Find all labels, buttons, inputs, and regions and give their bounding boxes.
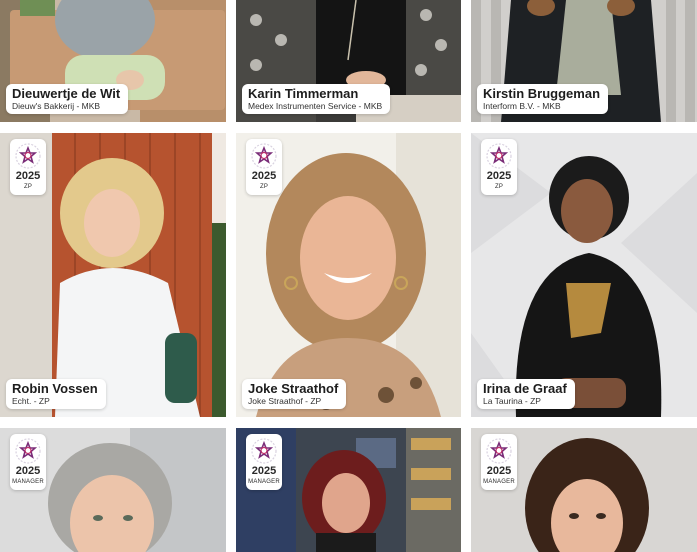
award-ring-icon [251, 143, 277, 169]
profile-name: Irina de Graaf [483, 381, 567, 396]
badge-category: MANAGER [483, 479, 515, 485]
award-ring-icon [251, 438, 277, 464]
profile-tile-dieuwertje[interactable]: Dieuwertje de Wit Dieuw's Bakkerij - MKB [0, 0, 226, 122]
badge-year: 2025 [251, 465, 277, 477]
award-ring-icon [486, 438, 512, 464]
award-badge: 2025 ZP [481, 139, 517, 195]
profile-tile-manager-2[interactable]: 2025 MANAGER [236, 428, 461, 552]
profile-name: Robin Vossen [12, 381, 98, 396]
profile-name: Joke Straathof [248, 381, 339, 396]
award-badge: 2025 MANAGER [481, 434, 517, 490]
profile-tile-joke[interactable]: 2025 ZP Joke Straathof Joke Straathof - … [236, 133, 461, 417]
award-badge: 2025 ZP [246, 139, 282, 195]
nameplate: Karin Timmerman Medex Instrumenten Servi… [242, 84, 391, 114]
nameplate: Irina de Graaf La Taurina - ZP [477, 379, 575, 409]
award-ring-icon [15, 143, 41, 169]
profile-organization: Joke Straathof - ZP [248, 396, 322, 406]
badge-year: 2025 [251, 170, 277, 182]
badge-category: MANAGER [12, 479, 44, 485]
profile-tile-manager-1[interactable]: 2025 MANAGER [0, 428, 226, 552]
badge-category: MANAGER [248, 479, 280, 485]
nameplate: Joke Straathof Joke Straathof - ZP [242, 379, 347, 409]
badge-category: ZP [494, 184, 504, 190]
profile-grid: Dieuwertje de Wit Dieuw's Bakkerij - MKB… [0, 0, 697, 552]
profile-organization: Dieuw's Bakkerij - MKB [12, 101, 101, 111]
profile-tile-irina[interactable]: 2025 ZP Irina de Graaf La Taurina - ZP [471, 133, 697, 417]
badge-year: 2025 [486, 465, 512, 477]
profile-tile-kirstin[interactable]: Kirstin Bruggeman Interform B.V. - MKB [471, 0, 697, 122]
award-badge: 2025 MANAGER [246, 434, 282, 490]
profile-name: Karin Timmerman [248, 86, 359, 101]
badge-category: ZP [259, 184, 269, 190]
award-ring-icon [486, 143, 512, 169]
award-ring-icon [15, 438, 41, 464]
badge-year: 2025 [486, 170, 512, 182]
nameplate: Robin Vossen Echt. - ZP [6, 379, 106, 409]
badge-category: ZP [23, 184, 33, 190]
nameplate: Kirstin Bruggeman Interform B.V. - MKB [477, 84, 609, 114]
profile-tile-robin[interactable]: 2025 ZP Robin Vossen Echt. - ZP [0, 133, 226, 417]
profile-name: Kirstin Bruggeman [483, 86, 601, 101]
nameplate: Dieuwertje de Wit Dieuw's Bakkerij - MKB [6, 84, 129, 114]
profile-organization: La Taurina - ZP [483, 396, 541, 406]
award-badge: 2025 ZP [10, 139, 46, 195]
badge-year: 2025 [15, 170, 41, 182]
profile-organization: Interform B.V. - MKB [483, 101, 561, 111]
profile-name: Dieuwertje de Wit [12, 86, 121, 101]
profile-organization: Medex Instrumenten Service - MKB [248, 101, 383, 111]
badge-year: 2025 [15, 465, 41, 477]
profile-tile-manager-3[interactable]: 2025 MANAGER [471, 428, 697, 552]
award-badge: 2025 MANAGER [10, 434, 46, 490]
profile-organization: Echt. - ZP [12, 396, 50, 406]
profile-tile-karin[interactable]: Karin Timmerman Medex Instrumenten Servi… [236, 0, 461, 122]
